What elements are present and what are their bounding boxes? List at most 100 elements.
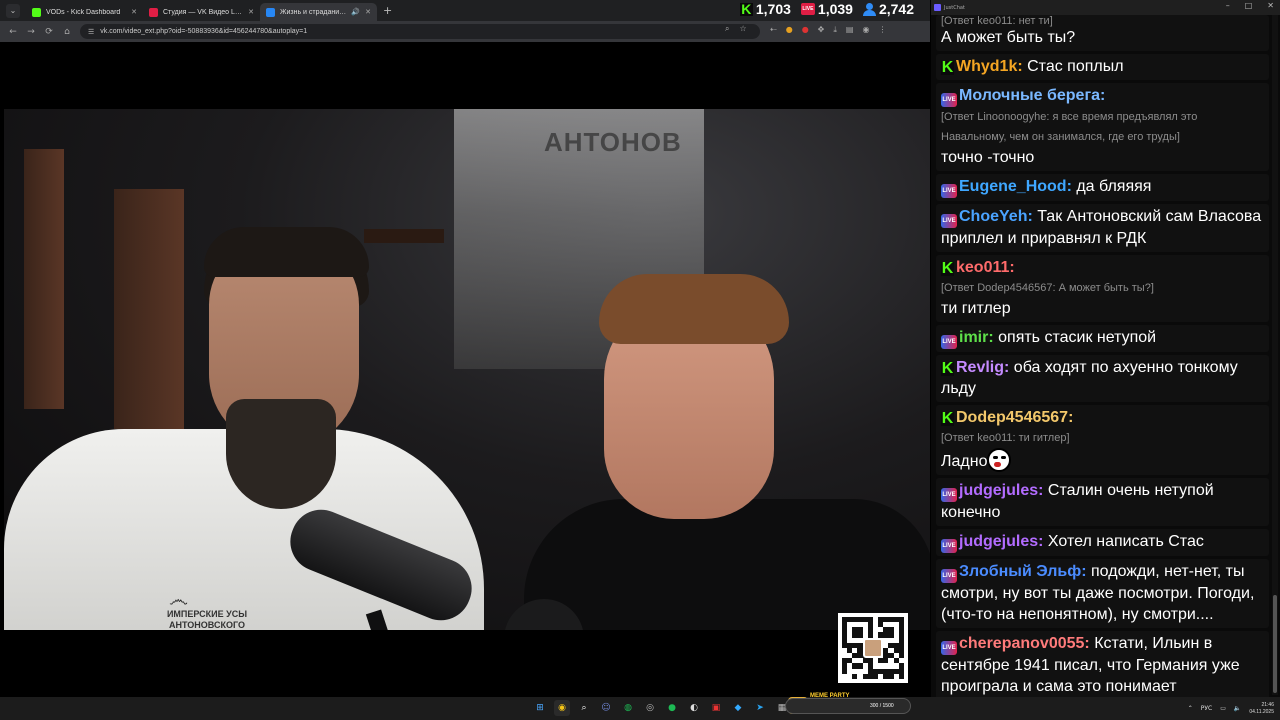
extension-icon[interactable]: ●	[802, 25, 809, 35]
chat-scrollbar[interactable]	[1272, 15, 1278, 695]
chat-message: LIVE imir: опять стасик нетупой	[936, 325, 1269, 352]
back-arrow-extension-icon[interactable]: ⇠	[770, 25, 777, 35]
extension-icon[interactable]: ●	[786, 25, 793, 35]
kick-logo-icon: K	[739, 0, 753, 17]
reply-quote: [Ответ keo011: ти гитлер]	[941, 432, 1070, 444]
app-icon[interactable]: ▣	[708, 700, 724, 716]
vk-favicon-icon	[266, 7, 275, 17]
chat-message: [Ответ keo011: нет ти] А может быть ты?	[936, 15, 1269, 51]
chat-username[interactable]: judgejules:	[959, 482, 1043, 499]
app-icon[interactable]: ◆	[730, 700, 746, 716]
left-person-hair-top	[204, 227, 369, 277]
chat-username[interactable]: Revlig:	[956, 359, 1009, 376]
viewer-counters: K 1,703 LIVE 1,039 2,742	[739, 0, 914, 18]
scrollbar-thumb[interactable]	[1273, 595, 1277, 693]
message-text: опять стасик нетупой	[998, 329, 1157, 346]
chat-username[interactable]: Eugene_Hood:	[959, 178, 1072, 195]
video-player[interactable]: АНТОНОВ ෴ ИМПЕРСКИЕ УСЫ АНТОНОВСКОГО	[4, 109, 930, 630]
clock-time: 21:46	[1261, 701, 1274, 708]
sidebar-icon[interactable]: ▤	[846, 25, 854, 35]
vk-live-badge-icon: LIVE	[941, 641, 957, 655]
tab-close-icon[interactable]: ✕	[365, 8, 371, 16]
clock[interactable]: 21:46 04.11.2025	[1249, 702, 1274, 716]
obs-icon[interactable]: ◐	[686, 700, 702, 716]
clock-date: 04.11.2025	[1249, 708, 1274, 715]
chat-username[interactable]: Dodep4546567:	[956, 409, 1073, 426]
search-icon[interactable]: ⌕	[576, 700, 592, 716]
spotify-icon[interactable]: ●	[664, 700, 680, 716]
url-input[interactable]: ☰ vk.com/video_ext.php?oid=-50883936&id=…	[80, 24, 760, 39]
chat-message: LIVE judgejules: Сталин очень нетупой кон…	[936, 478, 1269, 526]
discord-icon[interactable]: ☺	[598, 700, 614, 716]
taskbar: ⊞ ◉ ⌕ ☺ ◍ ◎ ● ◐ ▣ ◆ ➤ ▦ ⌃ РУС ▭ 🔈 21:46 …	[0, 697, 1280, 720]
chat-username[interactable]: Молочные берега:	[959, 87, 1105, 104]
tab-search-icon[interactable]: ⌄	[6, 3, 20, 18]
tray-chevron-icon[interactable]: ⌃	[1188, 705, 1193, 712]
chat-username[interactable]: imir:	[959, 329, 994, 346]
zoom-icon[interactable]: ⌕	[725, 24, 729, 34]
chat-username[interactable]: ChoeYeh:	[959, 208, 1033, 225]
bookmark-star-icon[interactable]: ☆	[739, 24, 746, 34]
qr-avatar	[863, 638, 883, 658]
chat-window: JustChat – □ ✕ [Ответ keo011: нет ти] А …	[931, 0, 1280, 697]
meme-party-widget[interactable]: 300 / 1500	[785, 698, 911, 714]
extensions-area: ⇠ ● ● ✥ ⤓ ▤ ◉ ⋮	[770, 25, 886, 35]
close-icon[interactable]: ✕	[1267, 1, 1274, 10]
vk-live-badge-icon: LIVE	[941, 539, 957, 553]
menu-kebab-icon[interactable]: ⋮	[878, 25, 886, 35]
kick-badge-icon: K	[941, 59, 954, 76]
start-windows-icon[interactable]: ⊞	[532, 700, 548, 716]
chat-username[interactable]: cherepanov0055:	[959, 635, 1090, 652]
chat-username[interactable]: Злобный Эльф:	[959, 563, 1087, 580]
home-icon[interactable]: ⌂	[58, 27, 76, 37]
back-icon[interactable]: ←	[4, 27, 22, 37]
steam-icon[interactable]: ◎	[642, 700, 658, 716]
kick-favicon-icon	[32, 7, 41, 17]
right-person-body	[524, 499, 930, 630]
shirt-print-text: ИМПЕРСКИЕ УСЫ АНТОНОВСКОГО	[166, 609, 248, 630]
chat-username[interactable]: keo011:	[956, 259, 1015, 276]
message-text: Хотел написать Стас	[1047, 533, 1204, 550]
right-person-hair	[599, 274, 789, 344]
chrome-icon[interactable]: ◉	[554, 700, 570, 716]
minimize-icon[interactable]: –	[1226, 1, 1230, 10]
site-info-icon[interactable]: ☰	[88, 28, 94, 36]
chat-message: LIVE Молочные берега: [Ответ Linoonoogyhe:…	[936, 83, 1269, 171]
xbox-icon[interactable]: ◍	[620, 700, 636, 716]
message-text: точно -точно	[941, 147, 1264, 168]
vk-live-badge-icon: LIVE	[941, 488, 957, 502]
vk-live-badge-icon: LIVE	[941, 184, 957, 198]
forward-icon[interactable]: →	[22, 27, 40, 37]
audio-playing-icon[interactable]: 🔊	[351, 8, 360, 16]
download-icon[interactable]: ⤓	[833, 25, 837, 35]
telegram-icon[interactable]: ➤	[752, 700, 768, 716]
reload-icon[interactable]: ⟳	[40, 27, 58, 37]
vk-live-favicon-icon	[149, 7, 158, 17]
volume-icon[interactable]: 🔈	[1234, 705, 1241, 712]
chat-message: LIVE Злобный Эльф: подожди, нет-нет, ты с…	[936, 559, 1269, 628]
vk-viewer-count: 1,039	[817, 1, 853, 17]
tab-vk-studio[interactable]: Студия — VK Видео Live ✕	[143, 3, 260, 21]
chat-message-list[interactable]: [Ответ keo011: нет ти] А может быть ты? …	[936, 15, 1269, 697]
network-icon[interactable]: ▭	[1220, 705, 1226, 712]
maximize-icon[interactable]: □	[1245, 1, 1253, 10]
chat-message: K Dodep4546567: [Ответ keo011: ти гитлер] Л…	[936, 405, 1269, 475]
kick-counter: K 1,703	[739, 0, 791, 17]
new-tab-button[interactable]: +	[383, 4, 397, 17]
message-text-content: ти гитлер	[941, 300, 1011, 317]
chat-username[interactable]: Whyd1k:	[956, 58, 1023, 75]
system-tray: ⌃ РУС ▭ 🔈 21:46 04.11.2025	[1188, 697, 1274, 720]
profile-icon[interactable]: ◉	[862, 25, 869, 35]
mustache-logo-icon: ෴	[169, 587, 188, 611]
language-indicator[interactable]: РУС	[1201, 705, 1212, 712]
puzzle-extensions-icon[interactable]: ✥	[818, 25, 825, 35]
tab-close-icon[interactable]: ✕	[131, 8, 137, 16]
kick-badge-icon: K	[941, 260, 954, 277]
chat-message: LIVE ChoeYeh: Так Антоновский сам Власова…	[936, 204, 1269, 252]
url-text: vk.com/video_ext.php?oid=-50883936&id=45…	[100, 28, 308, 35]
kick-badge-icon: K	[941, 410, 954, 427]
tab-video[interactable]: Жизнь и страдания Романа 🔊 ✕	[260, 3, 377, 21]
tab-close-icon[interactable]: ✕	[248, 8, 254, 16]
chat-username[interactable]: judgejules:	[959, 533, 1043, 550]
tab-kick-dashboard[interactable]: VODs - Kick Dashboard ✕	[26, 3, 143, 21]
